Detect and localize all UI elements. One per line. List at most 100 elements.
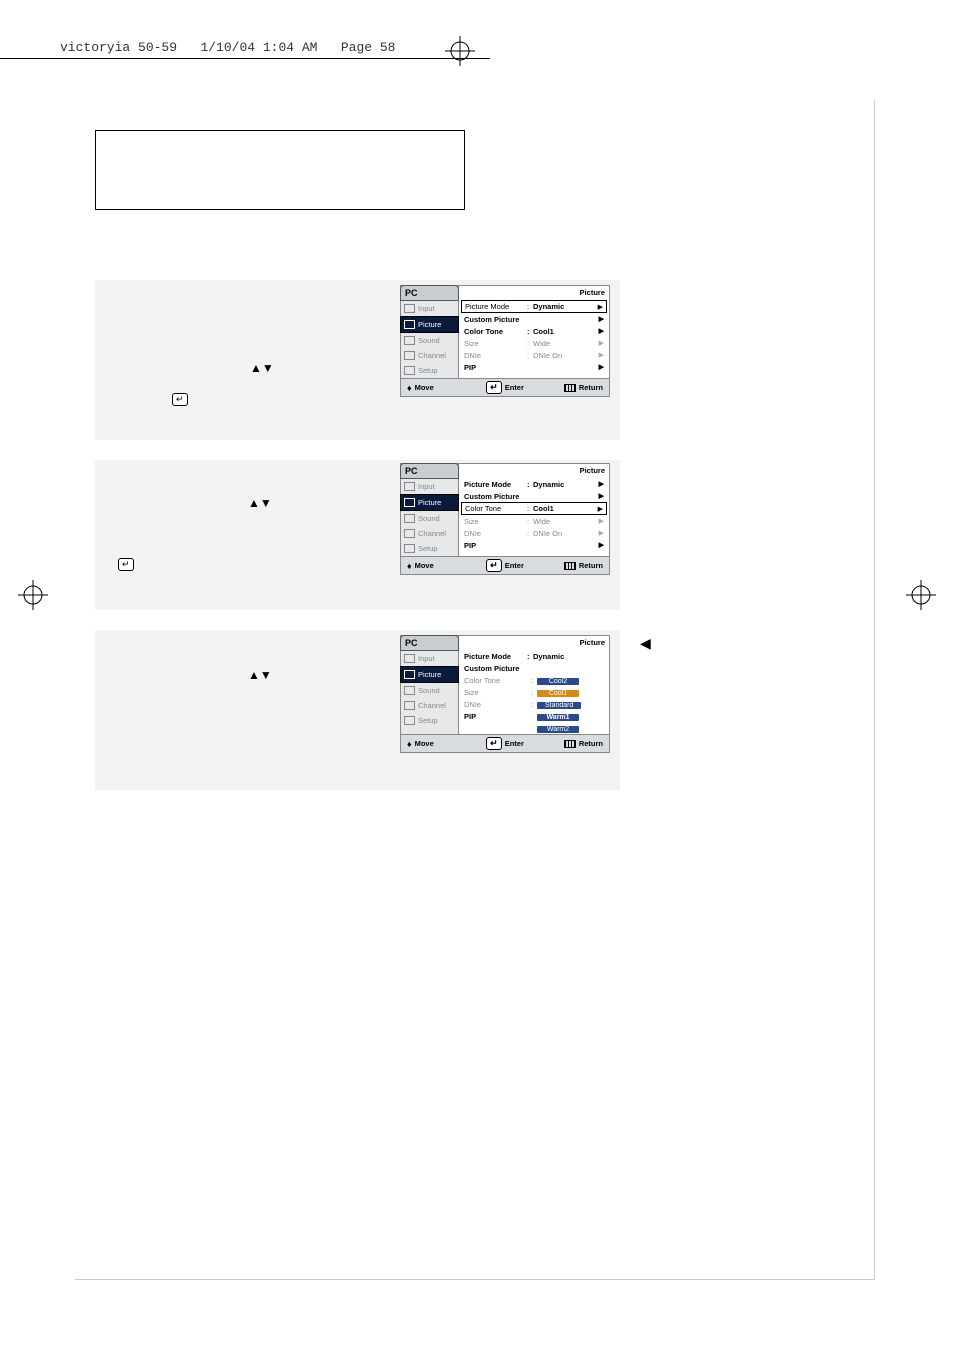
osd-footer: ♦Move ↵Enter Return (400, 557, 610, 575)
opt-picture-mode[interactable]: Picture Mode:Dynamic▶ (459, 478, 609, 490)
osd-section-label: Picture (580, 638, 605, 647)
osd-panel-1: PC Input Picture Sound Channel Setup Pic… (400, 285, 610, 397)
enter-icon: ↵ (486, 381, 502, 394)
osd-footer: ♦Move ↵Enter Return (400, 379, 610, 397)
tone-cool1[interactable]: Cool1 (537, 690, 579, 697)
nav-sound[interactable]: Sound (401, 683, 458, 698)
osd-tab-title: PC (400, 463, 459, 479)
opt-color-tone[interactable]: Color Tone:Cool1▶ (459, 325, 609, 337)
opt-pip[interactable]: PIP▶ (459, 539, 609, 551)
enter-icon: ↵ (118, 558, 134, 571)
setup-icon (404, 716, 415, 725)
nav-channel[interactable]: Channel (401, 348, 458, 363)
nav-input[interactable]: Input (401, 651, 458, 666)
footer-move: Move (415, 739, 434, 748)
opt-picture-mode[interactable]: Picture Mode:Dynamic (459, 650, 609, 662)
nav-picture[interactable]: Picture (400, 666, 459, 683)
footer-move: Move (415, 383, 434, 392)
registration-mark-top (445, 36, 475, 66)
picture-icon (404, 320, 415, 329)
footer-return: Return (579, 383, 603, 392)
opt-size[interactable]: Size:Wide▶ (459, 337, 609, 349)
opt-picture-mode[interactable]: Picture Mode:Dynamic▶ (461, 300, 607, 313)
input-icon (404, 482, 415, 491)
channel-icon (404, 701, 415, 710)
updown-icon: ▲▼ (248, 668, 272, 682)
print-header: victoryia 50-59 1/10/04 1:04 AM Page 58 (60, 40, 395, 55)
nav-setup[interactable]: Setup (401, 713, 458, 728)
nav-input[interactable]: Input (401, 301, 458, 316)
nav-setup[interactable]: Setup (401, 363, 458, 378)
return-icon (564, 740, 576, 748)
opt-custom-picture[interactable]: Custom Picture▶ (459, 490, 609, 502)
footer-enter: Enter (505, 561, 524, 570)
channel-icon (404, 529, 415, 538)
opt-dnie: DNIe:Standard (459, 698, 609, 710)
return-icon (564, 562, 576, 570)
osd-nav: PC Input Picture Sound Channel Setup (401, 286, 459, 378)
opt-color-tone[interactable]: Color Tone:Cool1▶ (461, 502, 607, 515)
return-icon (564, 384, 576, 392)
footer-return: Return (579, 561, 603, 570)
osd-nav: PC Input Picture Sound Channel Setup (401, 464, 459, 556)
registration-mark-left (18, 580, 48, 610)
nav-setup[interactable]: Setup (401, 541, 458, 556)
nav-input[interactable]: Input (401, 479, 458, 494)
opt-custom-picture[interactable]: Custom Picture▶ (459, 313, 609, 325)
registration-mark-right (906, 580, 936, 610)
updown-icon: ▲▼ (250, 361, 274, 375)
channel-icon (404, 351, 415, 360)
footer-enter: Enter (505, 739, 524, 748)
enter-icon: ↵ (486, 737, 502, 750)
footer-enter: Enter (505, 383, 524, 392)
enter-icon: ↵ (486, 559, 502, 572)
tone-standard[interactable]: Standard (537, 702, 581, 709)
nav-picture[interactable]: Picture (400, 316, 459, 333)
tone-warm2[interactable]: Warm2 (537, 726, 579, 733)
title-box (95, 130, 465, 210)
opt-size: Size:Cool1 (459, 686, 609, 698)
opt-color-tone: Color Tone:Cool2 (459, 674, 609, 686)
move-icon: ♦ (407, 561, 412, 571)
picture-icon (404, 498, 415, 507)
footer-move: Move (415, 561, 434, 570)
osd-nav: PC Input Picture Sound Channel Setup (401, 636, 459, 734)
osd-section-label: Picture (580, 288, 605, 297)
osd-tab-title: PC (400, 635, 459, 651)
nav-channel[interactable]: Channel (401, 698, 458, 713)
picture-icon (404, 670, 415, 679)
opt-dnie[interactable]: DNIe:DNIe On▶ (459, 349, 609, 361)
opt-dnie[interactable]: DNIe:DNIe On▶ (459, 527, 609, 539)
left-arrow-icon: ◀ (640, 635, 651, 652)
nav-sound[interactable]: Sound (401, 333, 458, 348)
tone-cool2[interactable]: Cool2 (537, 678, 579, 685)
opt-size[interactable]: Size:Wide▶ (459, 515, 609, 527)
opt-custom-picture[interactable]: Custom Picture (459, 662, 609, 674)
opt-pip[interactable]: PIP▶ (459, 361, 609, 373)
header-rule (0, 58, 490, 59)
setup-icon (404, 366, 415, 375)
osd-panel-2: PC Input Picture Sound Channel Setup Pic… (400, 463, 610, 575)
sound-icon (404, 686, 415, 695)
updown-icon: ▲▼ (248, 496, 272, 510)
opt-pip: PIPWarm1 (459, 710, 609, 722)
tone-warm1[interactable]: Warm1 (537, 714, 579, 721)
move-icon: ♦ (407, 383, 412, 393)
osd-footer: ♦Move ↵Enter Return (400, 735, 610, 753)
osd-section-label: Picture (580, 466, 605, 475)
header-datetime: 1/10/04 1:04 AM (200, 40, 317, 55)
header-page: Page 58 (341, 40, 396, 55)
nav-sound[interactable]: Sound (401, 511, 458, 526)
header-filename: victoryia 50-59 (60, 40, 177, 55)
osd-tab-title: PC (400, 285, 459, 301)
sound-icon (404, 336, 415, 345)
osd-panel-3: PC Input Picture Sound Channel Setup Pic… (400, 635, 610, 753)
nav-channel[interactable]: Channel (401, 526, 458, 541)
input-icon (404, 654, 415, 663)
move-icon: ♦ (407, 739, 412, 749)
setup-icon (404, 544, 415, 553)
opt-blank: Warm2 (459, 722, 609, 734)
sound-icon (404, 514, 415, 523)
nav-picture[interactable]: Picture (400, 494, 459, 511)
footer-return: Return (579, 739, 603, 748)
